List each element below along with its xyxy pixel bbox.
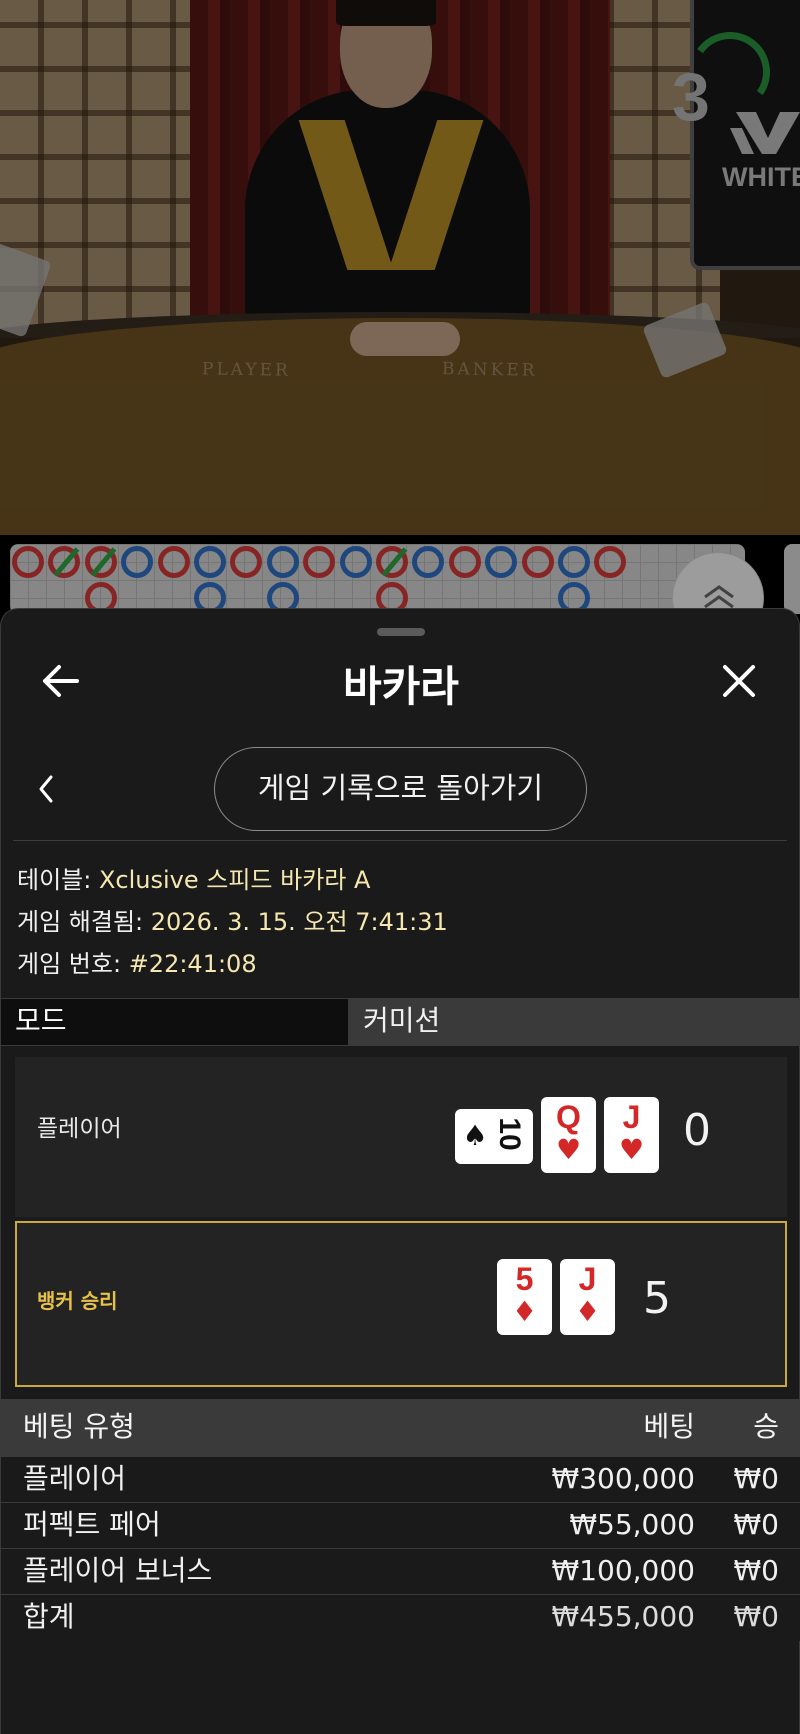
bet-amount: ₩300,000: [551, 1462, 695, 1495]
diamond-icon: ♦: [574, 1295, 601, 1328]
playing-card: 5 ♦: [497, 1259, 552, 1335]
heart-icon: ♥: [618, 1133, 645, 1166]
resolved-label: 게임 해결됨:: [17, 908, 144, 936]
banker-score: 5: [643, 1273, 671, 1324]
live-video-feed: PLAYER BANKER 3 WHITE: [0, 0, 800, 535]
total-label: 합계: [23, 1600, 75, 1633]
mode-tabs: 모드 커미션: [1, 998, 800, 1046]
win-amount: ₩0: [733, 1554, 780, 1587]
table-value: Xclusive 스피드 바카라 A: [98, 866, 371, 894]
resolved-value: 2026. 3. 15. 오전 7:41:31: [150, 908, 448, 936]
game-number-info: 게임 번호: #22:41:08: [17, 943, 448, 985]
video-dim-overlay: [0, 0, 800, 535]
playing-card: J ♥: [604, 1097, 659, 1173]
close-icon[interactable]: [717, 659, 761, 703]
total-row: 합계 ₩455,000 ₩0: [1, 1595, 800, 1641]
game-number-label: 게임 번호:: [17, 950, 122, 978]
game-info: 테이블: Xclusive 스피드 바카라 A 게임 해결됨: 2026. 3.…: [17, 859, 448, 985]
bets-table-header: 베팅 유형 베팅 승: [1, 1399, 800, 1457]
win-amount: ₩0: [733, 1462, 780, 1495]
bet-type: 플레이어: [23, 1462, 127, 1495]
table-row: 플레이어 ₩300,000 ₩0: [1, 1457, 800, 1503]
player-hand: 플레이어 10 ♠ Q ♥ J ♥ 0: [15, 1057, 787, 1217]
player-cards: 10 ♠ Q ♥ J ♥: [455, 1097, 659, 1173]
player-hand-label: 플레이어: [37, 1116, 122, 1142]
table-info: 테이블: Xclusive 스피드 바카라 A: [17, 859, 448, 901]
banker-hand: 뱅커 승리 5 ♦ J ♦ 5: [15, 1221, 787, 1387]
player-score: 0: [683, 1105, 711, 1156]
game-number-value: #22:41:08: [128, 950, 257, 978]
win-amount: ₩0: [733, 1508, 780, 1541]
column-win: 승: [753, 1410, 779, 1443]
bet-amount: ₩100,000: [551, 1554, 695, 1587]
table-row: 플레이어 보너스 ₩100,000 ₩0: [1, 1549, 800, 1595]
card-rank: Q: [556, 1099, 581, 1135]
tab-mode[interactable]: 모드: [1, 999, 349, 1045]
total-bet: ₩455,000: [551, 1600, 695, 1633]
spade-icon: ♠: [462, 1119, 488, 1152]
divider: [13, 840, 787, 841]
card-rank: J: [578, 1261, 597, 1297]
diamond-icon: ♦: [511, 1295, 538, 1328]
page-title: 바카라: [343, 662, 459, 711]
bet-amount: ₩55,000: [569, 1508, 695, 1541]
road-dim-overlay: [0, 535, 800, 615]
banker-cards: 5 ♦ J ♦: [497, 1259, 615, 1335]
bet-type: 퍼펙트 페어: [23, 1508, 161, 1541]
card-rank: 10: [493, 1117, 526, 1151]
resolved-info: 게임 해결됨: 2026. 3. 15. 오전 7:41:31: [17, 901, 448, 943]
playing-card: 10 ♠: [455, 1109, 533, 1164]
game-detail-sheet: 바카라 게임 기록으로 돌아가기 테이블: Xclusive 스피드 바카라 A…: [0, 608, 800, 1734]
banker-hand-label: 뱅커 승리: [37, 1289, 118, 1313]
total-win: ₩0: [733, 1600, 780, 1633]
column-bet-type: 베팅 유형: [23, 1410, 135, 1443]
back-to-history-button[interactable]: 게임 기록으로 돌아가기: [214, 747, 587, 831]
playing-card: J ♦: [560, 1259, 615, 1335]
sheet-drag-handle[interactable]: [377, 628, 425, 636]
chevron-left-icon[interactable]: [31, 769, 61, 809]
bets-table: 베팅 유형 베팅 승 플레이어 ₩300,000 ₩0 퍼펙트 페어 ₩55,0…: [1, 1399, 800, 1641]
table-row: 퍼펙트 페어 ₩55,000 ₩0: [1, 1503, 800, 1549]
table-label: 테이블:: [17, 866, 92, 894]
tab-commission[interactable]: 커미션: [349, 999, 800, 1045]
playing-card: Q ♥: [541, 1097, 596, 1173]
bet-type: 플레이어 보너스: [23, 1554, 213, 1587]
heart-icon: ♥: [555, 1133, 582, 1166]
card-rank: 5: [515, 1261, 534, 1297]
card-rank: J: [622, 1099, 641, 1135]
column-bet: 베팅: [643, 1410, 695, 1443]
